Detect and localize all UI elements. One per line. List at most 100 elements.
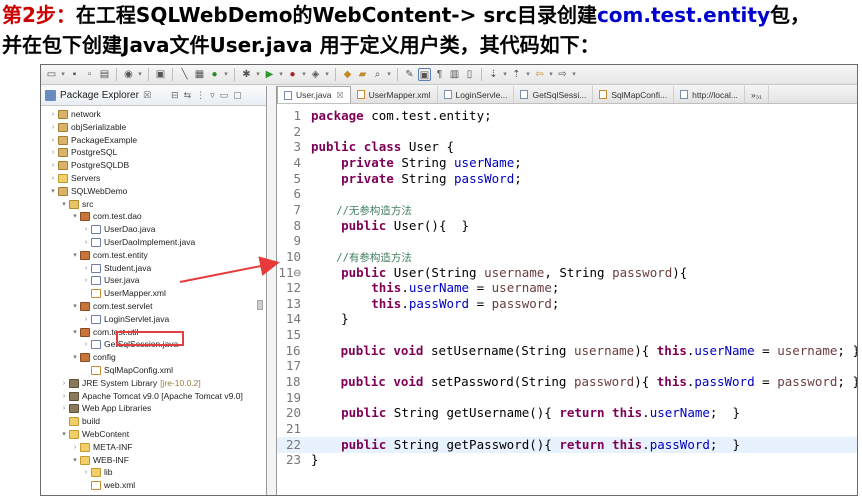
tree-item[interactable]: ▾ WebContent (60, 428, 129, 441)
code-line[interactable]: 16 public void setUsername(String userna… (277, 343, 857, 359)
server-icon[interactable]: ◉ (122, 68, 135, 81)
editor-tab[interactable]: UserMapper.xml (351, 86, 438, 103)
tree-item[interactable]: › objSerializable (49, 121, 126, 134)
tree-item[interactable]: › User.java (82, 274, 139, 287)
chevron-down-icon[interactable]: ▾ (60, 428, 68, 441)
code-line[interactable]: 20 public String getUsername(){ return t… (277, 405, 857, 421)
code-line[interactable]: 18 public void setPassword(String passwo… (277, 374, 857, 390)
gear-icon[interactable]: ● (208, 68, 221, 81)
tree-item[interactable]: › JRE System Library [jre-10.0.2] (60, 377, 201, 390)
tree-item[interactable]: ▾ config (71, 351, 116, 364)
tree-item[interactable]: › UserDaoImplement.java (82, 236, 195, 249)
tree-item[interactable]: › Student.java (82, 262, 151, 275)
back-icon[interactable]: ⇦ (533, 68, 546, 81)
previous-annotation-icon[interactable]: ⇡ (510, 68, 523, 81)
editor-tab[interactable]: LoginServle... (438, 86, 515, 103)
print-icon[interactable]: ▤ (98, 68, 111, 81)
package-explorer-title[interactable]: Package Explorer (60, 90, 139, 101)
editor-tab[interactable]: SqlMapConfi... (593, 86, 675, 103)
save-icon[interactable]: ▪ (68, 68, 81, 81)
chevron-down-icon[interactable]: ▾ (71, 454, 79, 467)
chevron-right-icon[interactable]: › (49, 146, 57, 159)
new-java-project-icon[interactable]: ◈ (309, 68, 322, 81)
next-annotation-icon[interactable]: ⇣ (487, 68, 500, 81)
chevron-down-icon[interactable]: ▾ (571, 68, 577, 81)
scrollbar-thumb[interactable] (257, 300, 263, 310)
tree-item[interactable]: › lib (82, 466, 113, 479)
chevron-down-icon[interactable]: ▾ (71, 326, 79, 339)
console-icon[interactable]: ▣ (154, 68, 167, 81)
tree-item[interactable]: ▾ com.test.entity (71, 249, 148, 262)
tree-item[interactable]: › PostgreSQL (49, 146, 117, 159)
tree-item[interactable]: build (60, 415, 100, 428)
chevron-down-icon[interactable]: ▾ (49, 185, 57, 198)
code-line[interactable]: 2 (277, 124, 857, 140)
chevron-right-icon[interactable]: › (82, 466, 90, 479)
tree-item[interactable]: ▾ com.test.dao (71, 210, 142, 223)
close-icon[interactable]: ☒ (143, 90, 151, 101)
open-type-icon[interactable]: ◆ (341, 68, 354, 81)
new-icon[interactable]: ▭ (45, 68, 58, 81)
code-line[interactable]: 22 public String getPassword(){ return t… (277, 436, 857, 453)
code-line[interactable]: 19 (277, 390, 857, 406)
chevron-right-icon[interactable]: › (60, 377, 68, 390)
chevron-right-icon[interactable]: › (82, 338, 90, 351)
tree-item[interactable]: ▾ SQLWebDemo (49, 185, 127, 198)
view-menu-icon[interactable]: ⋮ (196, 90, 205, 101)
tree-item[interactable]: › META-INF (71, 441, 133, 454)
tree-item[interactable]: › Servers (49, 172, 100, 185)
code-line[interactable]: 7 //无参构造方法 (277, 202, 857, 218)
code-line[interactable]: 15 (277, 327, 857, 343)
code-line[interactable]: 10 //有参构造方法 (277, 249, 857, 265)
chevron-down-icon[interactable]: ▾ (301, 68, 307, 81)
tree-item[interactable]: › PostgreSQLDB (49, 159, 129, 172)
search-icon[interactable]: ⌕ (371, 68, 384, 81)
tree-item[interactable]: ▾ com.test.servlet (71, 300, 153, 313)
collapse-all-icon[interactable]: ⊟ (171, 90, 179, 101)
editor-tab[interactable]: »₃₁ (745, 86, 769, 103)
code-line[interactable]: 13 this.passWord = password; (277, 296, 857, 312)
toggle-mark-icon[interactable]: ▣ (418, 68, 431, 81)
code-line[interactable]: 1 package com.test.entity; (277, 108, 857, 124)
tree-item[interactable]: SqlMapConfig.xml (82, 364, 173, 377)
code-line[interactable]: 5 private String passWord; (277, 171, 857, 187)
forward-icon[interactable]: ⇨ (556, 68, 569, 81)
chevron-down-icon[interactable]: ▾ (223, 68, 229, 81)
chevron-right-icon[interactable]: › (82, 236, 90, 249)
chevron-right-icon[interactable]: › (60, 390, 68, 403)
chevron-down-icon[interactable]: ▾ (255, 68, 261, 81)
code-line[interactable]: 4 private String userName; (277, 155, 857, 171)
code-line[interactable]: 21 (277, 421, 857, 437)
chevron-right-icon[interactable]: › (49, 172, 57, 185)
tree-item[interactable]: › Web App Libraries (60, 402, 151, 415)
pin-icon[interactable]: ▯ (463, 68, 476, 81)
skip-breakpoints-icon[interactable]: ╲ (178, 68, 191, 81)
tree-item[interactable]: › Apache Tomcat v9.0 [Apache Tomcat v9.0] (60, 390, 243, 403)
chevron-down-icon[interactable]: ▾ (324, 68, 330, 81)
chevron-right-icon[interactable]: › (49, 108, 57, 121)
chevron-down-icon[interactable]: ▾ (137, 68, 143, 81)
chevron-down-icon[interactable]: ▾ (502, 68, 508, 81)
chevron-down-icon[interactable]: ▿ (210, 90, 215, 101)
tree-item[interactable]: › UserDao.java (82, 223, 156, 236)
chevron-right-icon[interactable]: › (82, 223, 90, 236)
editor-tab[interactable]: User.java ☒ (277, 86, 351, 103)
tree-item[interactable]: web.xml (82, 479, 135, 492)
external-tools-icon[interactable]: ● (286, 68, 299, 81)
chevron-right-icon[interactable]: › (60, 402, 68, 415)
code-line[interactable]: 11⊖ public User(String username, String … (277, 265, 857, 281)
chevron-down-icon[interactable]: ▾ (71, 249, 79, 262)
chevron-down-icon[interactable]: ▾ (71, 300, 79, 313)
tree-item[interactable]: › PackageExample (49, 134, 137, 147)
block-selection-icon[interactable]: ▥ (448, 68, 461, 81)
code-line[interactable]: 6 (277, 186, 857, 202)
code-line[interactable]: 14 } (277, 311, 857, 327)
debug-icon[interactable]: ✱ (240, 68, 253, 81)
chevron-right-icon[interactable]: › (49, 159, 57, 172)
chevron-right-icon[interactable]: › (49, 134, 57, 147)
run-icon[interactable]: ▶ (263, 68, 276, 81)
open-folder-icon[interactable]: ▰ (356, 68, 369, 81)
chevron-down-icon[interactable]: ▾ (71, 210, 79, 223)
chevron-down-icon[interactable]: ▾ (386, 68, 392, 81)
chevron-down-icon[interactable]: ▾ (71, 351, 79, 364)
